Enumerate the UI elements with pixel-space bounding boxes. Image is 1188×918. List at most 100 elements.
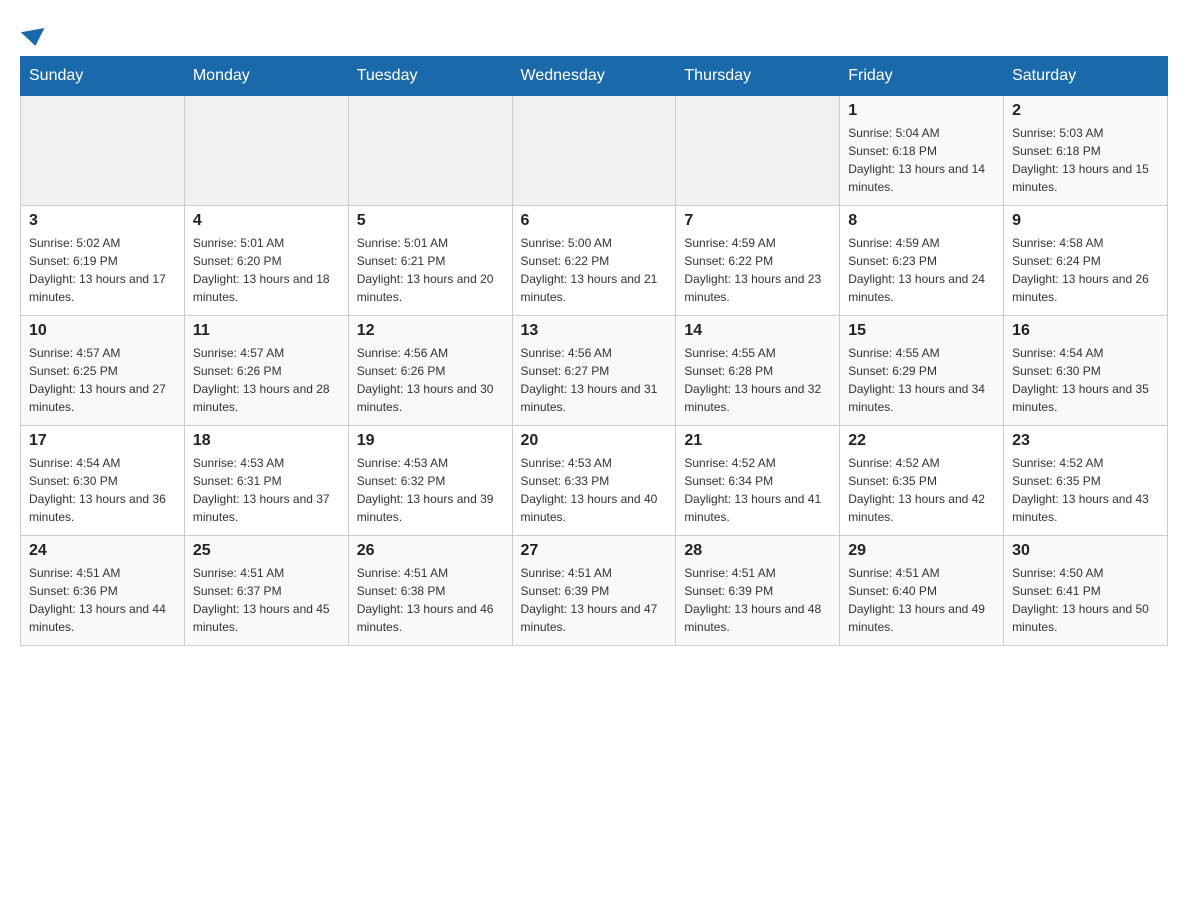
- calendar-cell: 28 Sunrise: 4:51 AMSunset: 6:39 PMDaylig…: [676, 536, 840, 646]
- calendar-cell: 22 Sunrise: 4:52 AMSunset: 6:35 PMDaylig…: [840, 426, 1004, 536]
- calendar-week-row: 17 Sunrise: 4:54 AMSunset: 6:30 PMDaylig…: [21, 426, 1168, 536]
- day-info: Sunrise: 4:53 AMSunset: 6:33 PMDaylight:…: [521, 454, 668, 526]
- calendar-cell: 1 Sunrise: 5:04 AMSunset: 6:18 PMDayligh…: [840, 96, 1004, 206]
- calendar-cell: [676, 96, 840, 206]
- day-number: 10: [29, 322, 176, 340]
- day-number: 12: [357, 322, 504, 340]
- day-info: Sunrise: 4:52 AMSunset: 6:35 PMDaylight:…: [1012, 454, 1159, 526]
- day-info: Sunrise: 4:56 AMSunset: 6:26 PMDaylight:…: [357, 344, 504, 416]
- col-header-monday: Monday: [184, 57, 348, 96]
- day-info: Sunrise: 4:51 AMSunset: 6:36 PMDaylight:…: [29, 564, 176, 636]
- day-number: 28: [684, 542, 831, 560]
- day-number: 21: [684, 432, 831, 450]
- calendar-cell: 6 Sunrise: 5:00 AMSunset: 6:22 PMDayligh…: [512, 206, 676, 316]
- calendar-cell: 27 Sunrise: 4:51 AMSunset: 6:39 PMDaylig…: [512, 536, 676, 646]
- logo-triangle-icon: [21, 28, 47, 48]
- day-info: Sunrise: 4:53 AMSunset: 6:32 PMDaylight:…: [357, 454, 504, 526]
- calendar-cell: 20 Sunrise: 4:53 AMSunset: 6:33 PMDaylig…: [512, 426, 676, 536]
- day-info: Sunrise: 4:54 AMSunset: 6:30 PMDaylight:…: [29, 454, 176, 526]
- calendar-cell: 10 Sunrise: 4:57 AMSunset: 6:25 PMDaylig…: [21, 316, 185, 426]
- day-number: 9: [1012, 212, 1159, 230]
- calendar-cell: [184, 96, 348, 206]
- day-number: 4: [193, 212, 340, 230]
- calendar-cell: 18 Sunrise: 4:53 AMSunset: 6:31 PMDaylig…: [184, 426, 348, 536]
- day-info: Sunrise: 5:03 AMSunset: 6:18 PMDaylight:…: [1012, 124, 1159, 196]
- logo-blue-text: [20, 30, 46, 46]
- col-header-wednesday: Wednesday: [512, 57, 676, 96]
- calendar-cell: 8 Sunrise: 4:59 AMSunset: 6:23 PMDayligh…: [840, 206, 1004, 316]
- col-header-saturday: Saturday: [1004, 57, 1168, 96]
- day-number: 22: [848, 432, 995, 450]
- calendar-cell: 11 Sunrise: 4:57 AMSunset: 6:26 PMDaylig…: [184, 316, 348, 426]
- calendar-week-row: 1 Sunrise: 5:04 AMSunset: 6:18 PMDayligh…: [21, 96, 1168, 206]
- calendar-cell: [348, 96, 512, 206]
- day-info: Sunrise: 5:01 AMSunset: 6:21 PMDaylight:…: [357, 234, 504, 306]
- day-info: Sunrise: 4:51 AMSunset: 6:38 PMDaylight:…: [357, 564, 504, 636]
- day-info: Sunrise: 5:02 AMSunset: 6:19 PMDaylight:…: [29, 234, 176, 306]
- day-number: 25: [193, 542, 340, 560]
- calendar-cell: 7 Sunrise: 4:59 AMSunset: 6:22 PMDayligh…: [676, 206, 840, 316]
- calendar-cell: 15 Sunrise: 4:55 AMSunset: 6:29 PMDaylig…: [840, 316, 1004, 426]
- day-number: 6: [521, 212, 668, 230]
- day-number: 13: [521, 322, 668, 340]
- day-number: 19: [357, 432, 504, 450]
- calendar-cell: 13 Sunrise: 4:56 AMSunset: 6:27 PMDaylig…: [512, 316, 676, 426]
- day-number: 17: [29, 432, 176, 450]
- day-info: Sunrise: 4:55 AMSunset: 6:29 PMDaylight:…: [848, 344, 995, 416]
- day-info: Sunrise: 4:57 AMSunset: 6:25 PMDaylight:…: [29, 344, 176, 416]
- calendar-table: SundayMondayTuesdayWednesdayThursdayFrid…: [20, 56, 1168, 646]
- calendar-cell: 21 Sunrise: 4:52 AMSunset: 6:34 PMDaylig…: [676, 426, 840, 536]
- calendar-cell: 26 Sunrise: 4:51 AMSunset: 6:38 PMDaylig…: [348, 536, 512, 646]
- col-header-friday: Friday: [840, 57, 1004, 96]
- col-header-tuesday: Tuesday: [348, 57, 512, 96]
- day-info: Sunrise: 4:54 AMSunset: 6:30 PMDaylight:…: [1012, 344, 1159, 416]
- calendar-cell: 30 Sunrise: 4:50 AMSunset: 6:41 PMDaylig…: [1004, 536, 1168, 646]
- calendar-cell: 9 Sunrise: 4:58 AMSunset: 6:24 PMDayligh…: [1004, 206, 1168, 316]
- day-number: 14: [684, 322, 831, 340]
- day-number: 20: [521, 432, 668, 450]
- calendar-cell: 14 Sunrise: 4:55 AMSunset: 6:28 PMDaylig…: [676, 316, 840, 426]
- day-info: Sunrise: 4:53 AMSunset: 6:31 PMDaylight:…: [193, 454, 340, 526]
- day-number: 11: [193, 322, 340, 340]
- day-number: 29: [848, 542, 995, 560]
- calendar-week-row: 10 Sunrise: 4:57 AMSunset: 6:25 PMDaylig…: [21, 316, 1168, 426]
- calendar-week-row: 24 Sunrise: 4:51 AMSunset: 6:36 PMDaylig…: [21, 536, 1168, 646]
- day-info: Sunrise: 4:57 AMSunset: 6:26 PMDaylight:…: [193, 344, 340, 416]
- calendar-week-row: 3 Sunrise: 5:02 AMSunset: 6:19 PMDayligh…: [21, 206, 1168, 316]
- day-info: Sunrise: 5:04 AMSunset: 6:18 PMDaylight:…: [848, 124, 995, 196]
- day-info: Sunrise: 4:51 AMSunset: 6:37 PMDaylight:…: [193, 564, 340, 636]
- calendar-cell: 5 Sunrise: 5:01 AMSunset: 6:21 PMDayligh…: [348, 206, 512, 316]
- day-info: Sunrise: 5:01 AMSunset: 6:20 PMDaylight:…: [193, 234, 340, 306]
- day-number: 18: [193, 432, 340, 450]
- day-info: Sunrise: 4:52 AMSunset: 6:35 PMDaylight:…: [848, 454, 995, 526]
- calendar-cell: 16 Sunrise: 4:54 AMSunset: 6:30 PMDaylig…: [1004, 316, 1168, 426]
- calendar-cell: 2 Sunrise: 5:03 AMSunset: 6:18 PMDayligh…: [1004, 96, 1168, 206]
- day-number: 3: [29, 212, 176, 230]
- calendar-cell: 3 Sunrise: 5:02 AMSunset: 6:19 PMDayligh…: [21, 206, 185, 316]
- day-number: 23: [1012, 432, 1159, 450]
- day-number: 30: [1012, 542, 1159, 560]
- day-info: Sunrise: 4:51 AMSunset: 6:40 PMDaylight:…: [848, 564, 995, 636]
- col-header-thursday: Thursday: [676, 57, 840, 96]
- logo: [20, 20, 46, 46]
- day-number: 15: [848, 322, 995, 340]
- day-number: 5: [357, 212, 504, 230]
- day-number: 1: [848, 102, 995, 120]
- day-number: 27: [521, 542, 668, 560]
- day-info: Sunrise: 4:52 AMSunset: 6:34 PMDaylight:…: [684, 454, 831, 526]
- calendar-cell: 24 Sunrise: 4:51 AMSunset: 6:36 PMDaylig…: [21, 536, 185, 646]
- day-number: 16: [1012, 322, 1159, 340]
- day-info: Sunrise: 4:55 AMSunset: 6:28 PMDaylight:…: [684, 344, 831, 416]
- day-number: 26: [357, 542, 504, 560]
- day-info: Sunrise: 4:56 AMSunset: 6:27 PMDaylight:…: [521, 344, 668, 416]
- day-number: 24: [29, 542, 176, 560]
- calendar-cell: 29 Sunrise: 4:51 AMSunset: 6:40 PMDaylig…: [840, 536, 1004, 646]
- page-header: [20, 20, 1168, 46]
- day-info: Sunrise: 4:50 AMSunset: 6:41 PMDaylight:…: [1012, 564, 1159, 636]
- day-number: 2: [1012, 102, 1159, 120]
- calendar-cell: 23 Sunrise: 4:52 AMSunset: 6:35 PMDaylig…: [1004, 426, 1168, 536]
- calendar-cell: 17 Sunrise: 4:54 AMSunset: 6:30 PMDaylig…: [21, 426, 185, 536]
- day-info: Sunrise: 4:58 AMSunset: 6:24 PMDaylight:…: [1012, 234, 1159, 306]
- calendar-cell: 4 Sunrise: 5:01 AMSunset: 6:20 PMDayligh…: [184, 206, 348, 316]
- calendar-cell: [512, 96, 676, 206]
